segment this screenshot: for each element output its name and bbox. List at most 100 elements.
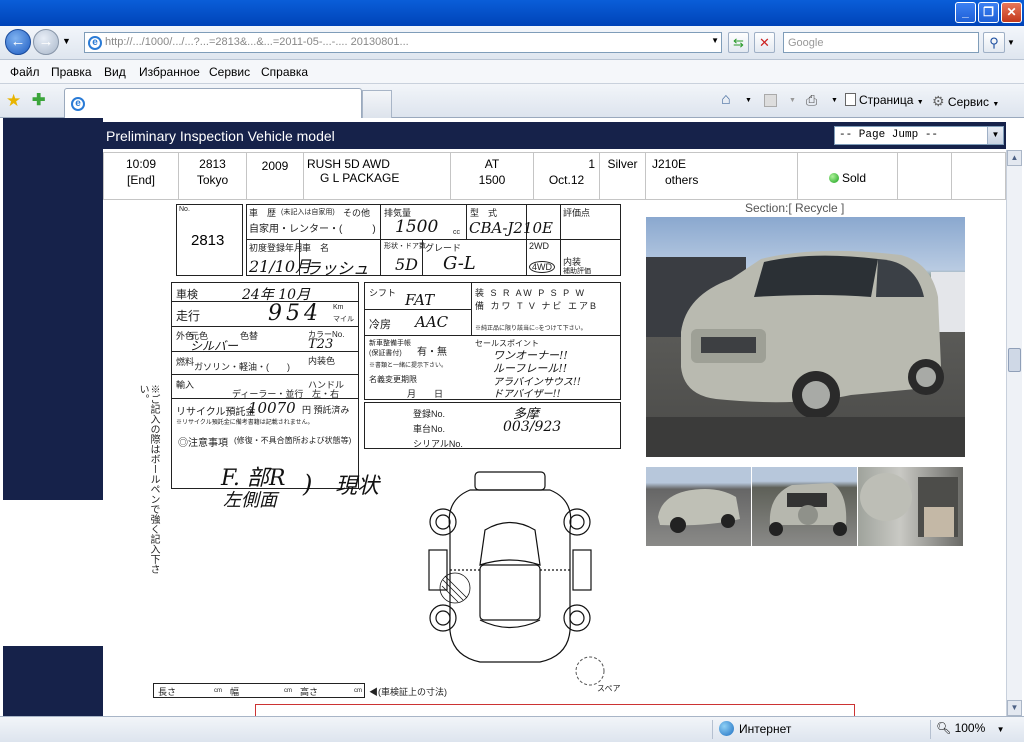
- height-unit: cm: [354, 688, 362, 694]
- forward-button[interactable]: →: [33, 29, 59, 55]
- extra-value: others: [665, 173, 699, 187]
- cell-model: RUSH 5D AWD G L PACKAGE: [304, 153, 451, 199]
- print-icon[interactable]: ⎙: [806, 92, 817, 109]
- header-grid: 車 歴 (未記入は自家用) その他 自家用・レンター・( ) 排気量 1500 …: [246, 204, 621, 278]
- thumb-1-illustration: [658, 489, 740, 533]
- body-value: 003/923: [503, 419, 562, 435]
- menu-favorites[interactable]: Избранное: [139, 65, 200, 79]
- page-jump-select[interactable]: -- Page Jump -- ▼: [834, 126, 1004, 145]
- search-input[interactable]: Google: [783, 32, 979, 53]
- menu-file[interactable]: Файл: [10, 65, 40, 79]
- stop-icon[interactable]: ✕: [754, 32, 775, 53]
- search-placeholder: Google: [788, 37, 824, 49]
- scroll-down-icon[interactable]: ▼: [1007, 700, 1022, 716]
- scroll-up-icon[interactable]: ▲: [1007, 150, 1022, 166]
- notes-hand-4: 現状: [335, 474, 380, 499]
- print-dropdown-icon[interactable]: ▼: [831, 97, 838, 104]
- car-type-label: 車 歴: [249, 208, 277, 218]
- registration-grid: 登録No. 多摩 車台No. 003/923 シリアルNo.: [364, 402, 621, 449]
- model-label: 型 式: [470, 208, 498, 218]
- serial-label: シリアルNo.: [413, 439, 463, 449]
- history-dropdown-icon[interactable]: ▼: [62, 36, 71, 46]
- time-value: 10:09: [125, 157, 157, 171]
- feeds-dropdown-icon[interactable]: ▼: [789, 97, 796, 104]
- tab-ie-icon: e: [71, 97, 85, 111]
- name-change-label: 名義変更期限: [369, 375, 417, 384]
- drive-value: 4WD: [529, 261, 555, 273]
- zoom-icon: 🔍︎: [936, 721, 952, 735]
- fuel-label: 燃料: [176, 357, 195, 367]
- cell-code: J210E others: [646, 153, 798, 199]
- search-options-icon[interactable]: ▼: [1007, 38, 1015, 47]
- menu-view[interactable]: Вид: [104, 65, 126, 79]
- search-icon[interactable]: ⚲: [983, 32, 1005, 53]
- body-label: 車台No.: [413, 424, 446, 434]
- feeds-icon[interactable]: [764, 94, 777, 107]
- page-menu-button[interactable]: Страница ▼: [845, 93, 924, 107]
- notes-hand-3: ): [303, 470, 313, 498]
- aircon-value: AAC: [415, 313, 449, 331]
- vehicle-thumb-2[interactable]: [752, 467, 857, 546]
- menu-tools[interactable]: Сервис: [209, 65, 250, 79]
- end-value: [End]: [126, 173, 156, 187]
- refresh-icon[interactable]: ⇆: [728, 32, 749, 53]
- thumb-3-illustration: [860, 473, 958, 537]
- cell-color: Silver: [600, 153, 646, 199]
- trans-value: AT: [484, 157, 500, 171]
- zoom-control[interactable]: 🔍︎ 100% ▼: [936, 721, 1005, 735]
- model-value: CBA-J210E: [469, 219, 553, 237]
- zoom-dropdown-icon: ▼: [996, 725, 1005, 734]
- year-value: 2009: [261, 159, 289, 173]
- url-input[interactable]: e http://.../1000/.../...?...=2813&...&.…: [84, 32, 722, 53]
- favorites-star-icon[interactable]: ★: [6, 91, 21, 111]
- car-type-sub: (未記入は自家用): [281, 209, 335, 216]
- drive-label: 2WD: [529, 241, 549, 251]
- url-dropdown-icon[interactable]: ▼: [711, 36, 719, 45]
- add-favorite-icon[interactable]: ✚: [32, 90, 45, 110]
- vehicle-photo-main[interactable]: [646, 217, 965, 457]
- new-tab-button[interactable]: [362, 90, 392, 118]
- minimize-button[interactable]: _: [955, 2, 976, 23]
- dimensions-row: 長さ cm 幅 cm 高さ cm: [153, 683, 365, 698]
- cell-empty-2: [952, 153, 1005, 199]
- width-label: 幅: [230, 687, 240, 697]
- header-band: Preliminary Inspection Vehicle model -- …: [103, 122, 1006, 149]
- recycle-value: 10070: [248, 399, 296, 417]
- tools-menu-button[interactable]: ⚙ Сервис ▼: [932, 93, 999, 110]
- menu-help[interactable]: Справка: [261, 65, 308, 79]
- model-line2: G L PACKAGE: [320, 171, 400, 185]
- doors-label: 形状・ドア数: [384, 243, 426, 250]
- status-value: Sold: [841, 171, 867, 185]
- menu-edit[interactable]: Правка: [51, 65, 92, 79]
- vehicle-thumb-1[interactable]: [646, 467, 751, 546]
- cell-status: Sold: [798, 153, 898, 199]
- width-unit: cm: [284, 688, 292, 694]
- tab-current-page[interactable]: e: [64, 88, 362, 118]
- scroll-thumb[interactable]: [1008, 348, 1021, 372]
- home-icon[interactable]: ⌂: [721, 91, 731, 109]
- inspection-sheet: No. 2813 車 歴 (未記入は自家用) その他 自家用・レンター・( ) …: [137, 202, 625, 714]
- maximize-button[interactable]: ❐: [978, 2, 999, 23]
- tools-dropdown-icon: ▼: [992, 101, 1000, 108]
- first-reg-value: 21/10月: [249, 257, 312, 276]
- close-button[interactable]: ✕: [1001, 2, 1022, 23]
- window-title-bar: _ ❐ ✕: [0, 0, 1024, 26]
- cc-value: 1500: [478, 173, 506, 187]
- vehicle-thumb-3[interactable]: [858, 467, 963, 546]
- code-value: J210E: [652, 157, 687, 171]
- home-dropdown-icon[interactable]: ▼: [745, 97, 752, 104]
- chevron-down-icon: ▼: [987, 127, 1003, 144]
- length-label: 長さ: [158, 687, 177, 697]
- name-label: 車 名: [302, 243, 330, 253]
- mileage-unit-km: Km: [333, 304, 344, 311]
- place-value: Tokyo: [196, 173, 229, 187]
- score-value: 1: [588, 157, 595, 171]
- recycle-unit: 円 預託済み: [302, 405, 350, 415]
- page-title: Preliminary Inspection Vehicle model: [106, 128, 335, 144]
- back-button[interactable]: ←: [5, 29, 31, 55]
- inspection-label: 車検: [176, 289, 198, 301]
- score-label: 評価点: [563, 208, 591, 218]
- comment-box-top-edge: [255, 704, 855, 716]
- status-bar: Интернет 🔍︎ 100% ▼: [0, 716, 1024, 742]
- vertical-scrollbar[interactable]: ▲ ▼: [1006, 150, 1022, 716]
